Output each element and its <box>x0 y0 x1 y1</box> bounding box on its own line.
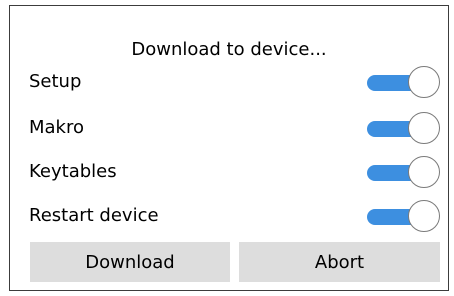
download-button[interactable]: Download <box>30 242 230 282</box>
setup-toggle[interactable] <box>367 66 441 100</box>
toggle-knob <box>408 156 440 188</box>
keytables-toggle[interactable] <box>367 156 441 190</box>
option-label-keytables: Keytables <box>29 161 117 182</box>
option-row-makro: Makro <box>29 110 441 146</box>
makro-toggle[interactable] <box>367 112 441 146</box>
option-label-makro: Makro <box>29 117 85 138</box>
toggle-knob <box>408 66 440 98</box>
abort-button[interactable]: Abort <box>239 242 440 282</box>
option-label-restart-device: Restart device <box>29 205 159 226</box>
restart-device-toggle[interactable] <box>367 200 441 234</box>
option-row-keytables: Keytables <box>29 154 441 190</box>
option-label-setup: Setup <box>29 71 82 92</box>
toggle-knob <box>408 112 440 144</box>
download-dialog: Download to device... Setup Makro Keytab… <box>9 5 449 291</box>
option-row-restart-device: Restart device <box>29 198 441 234</box>
option-row-setup: Setup <box>29 64 441 100</box>
toggle-knob <box>408 200 440 232</box>
dialog-title: Download to device... <box>131 39 327 60</box>
